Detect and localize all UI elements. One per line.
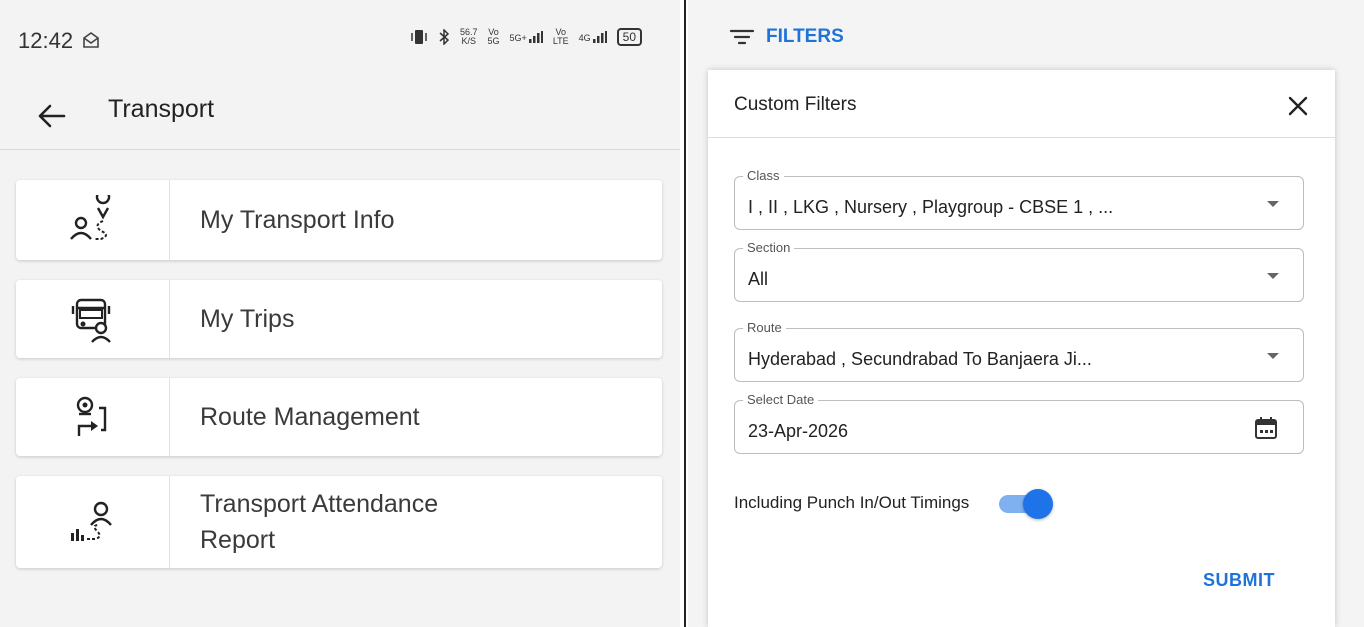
menu-item-my-trips[interactable]: My Trips: [16, 280, 662, 358]
close-icon[interactable]: [1286, 94, 1310, 118]
vibrate-icon: [411, 30, 427, 44]
menu-item-label: Route Management: [200, 403, 420, 431]
route-pin-icon: [76, 396, 106, 436]
bluetooth-icon: [439, 29, 450, 45]
signal-bars-icon: [592, 31, 607, 43]
panel-divider: [684, 0, 686, 627]
calendar-icon[interactable]: [1253, 415, 1279, 441]
filters-button[interactable]: FILTERS: [728, 26, 844, 48]
battery-icon: 50: [616, 28, 643, 46]
filters-label: FILTERS: [766, 26, 844, 47]
class-select[interactable]: Class I , II , LKG , Nursery , Playgroup…: [734, 168, 1304, 230]
menu-item-label: My Trips: [200, 305, 295, 333]
menu-item-route-management[interactable]: Route Management: [16, 378, 662, 456]
field-value: 23-Apr-2026: [748, 421, 849, 441]
menu-item-my-transport-info[interactable]: My Transport Info: [16, 180, 662, 260]
date-picker-field[interactable]: Select Date 23-Apr-2026: [734, 392, 1304, 454]
field-label: Class: [743, 168, 784, 183]
status-icons: 56.7 K/S Vo 5G 5G+ Vo LTE 4G 50: [410, 27, 643, 46]
page-title: Transport: [108, 95, 215, 123]
toggle-label: Including Punch In/Out Timings: [734, 493, 970, 512]
mail-icon: [83, 32, 99, 48]
dropdown-caret-icon: [1267, 201, 1279, 207]
app-bar: Transport: [0, 80, 680, 150]
signal-5g: 5G+: [510, 31, 543, 43]
volte-lte-indicator: Vo LTE: [552, 27, 569, 46]
punch-timings-toggle[interactable]: [995, 488, 1055, 519]
dialog-title: Custom Filters: [734, 94, 857, 115]
transport-screen: 12:42 56.7 K/S Vo 5G 5G+ Vo LTE 4G 50 Tr…: [0, 0, 680, 627]
bus-person-icon: [71, 298, 111, 343]
filters-screen: FILTERS Custom Filters Class I , II , LK…: [688, 0, 1364, 627]
dropdown-caret-icon: [1267, 273, 1279, 279]
dialog-header: Custom Filters: [708, 70, 1335, 138]
field-label: Route: [743, 320, 786, 335]
field-value: All: [748, 269, 769, 289]
punch-timings-row: Including Punch In/Out Timings: [734, 488, 1055, 519]
menu-item-transport-attendance-report[interactable]: Transport Attendance Report: [16, 476, 662, 568]
menu-item-label: Transport Attendance Report: [200, 490, 439, 554]
person-route-icon: [69, 195, 110, 240]
status-time: 12:42: [18, 28, 74, 53]
status-bar: 12:42 56.7 K/S Vo 5G 5G+ Vo LTE 4G 50: [0, 0, 680, 80]
field-value: I , II , LKG , Nursery , Playgroup - CBS…: [748, 197, 1114, 217]
volte-indicator: Vo 5G: [487, 27, 500, 46]
field-label: Select Date: [743, 392, 819, 407]
filter-icon: [729, 29, 755, 45]
dropdown-caret-icon: [1267, 353, 1279, 359]
field-label: Section: [743, 240, 795, 255]
back-arrow-icon[interactable]: [30, 94, 74, 138]
signal-4g: 4G: [579, 31, 607, 43]
field-value: Hyderabad , Secundrabad To Banjaera Ji..…: [748, 349, 1092, 369]
submit-button[interactable]: SUBMIT: [1203, 570, 1275, 591]
route-select[interactable]: Route Hyderabad , Secundrabad To Banjaer…: [734, 320, 1304, 382]
attendance-report-icon: [70, 501, 112, 541]
toggle-thumb: [1023, 489, 1054, 519]
signal-bars-icon: [528, 31, 543, 43]
speed-indicator: 56.7 K/S: [460, 27, 478, 46]
section-select[interactable]: Section All: [734, 240, 1304, 302]
menu-item-label: My Transport Info: [200, 206, 395, 234]
custom-filters-dialog: Custom Filters Class I , II , LKG , Nurs…: [708, 70, 1335, 627]
